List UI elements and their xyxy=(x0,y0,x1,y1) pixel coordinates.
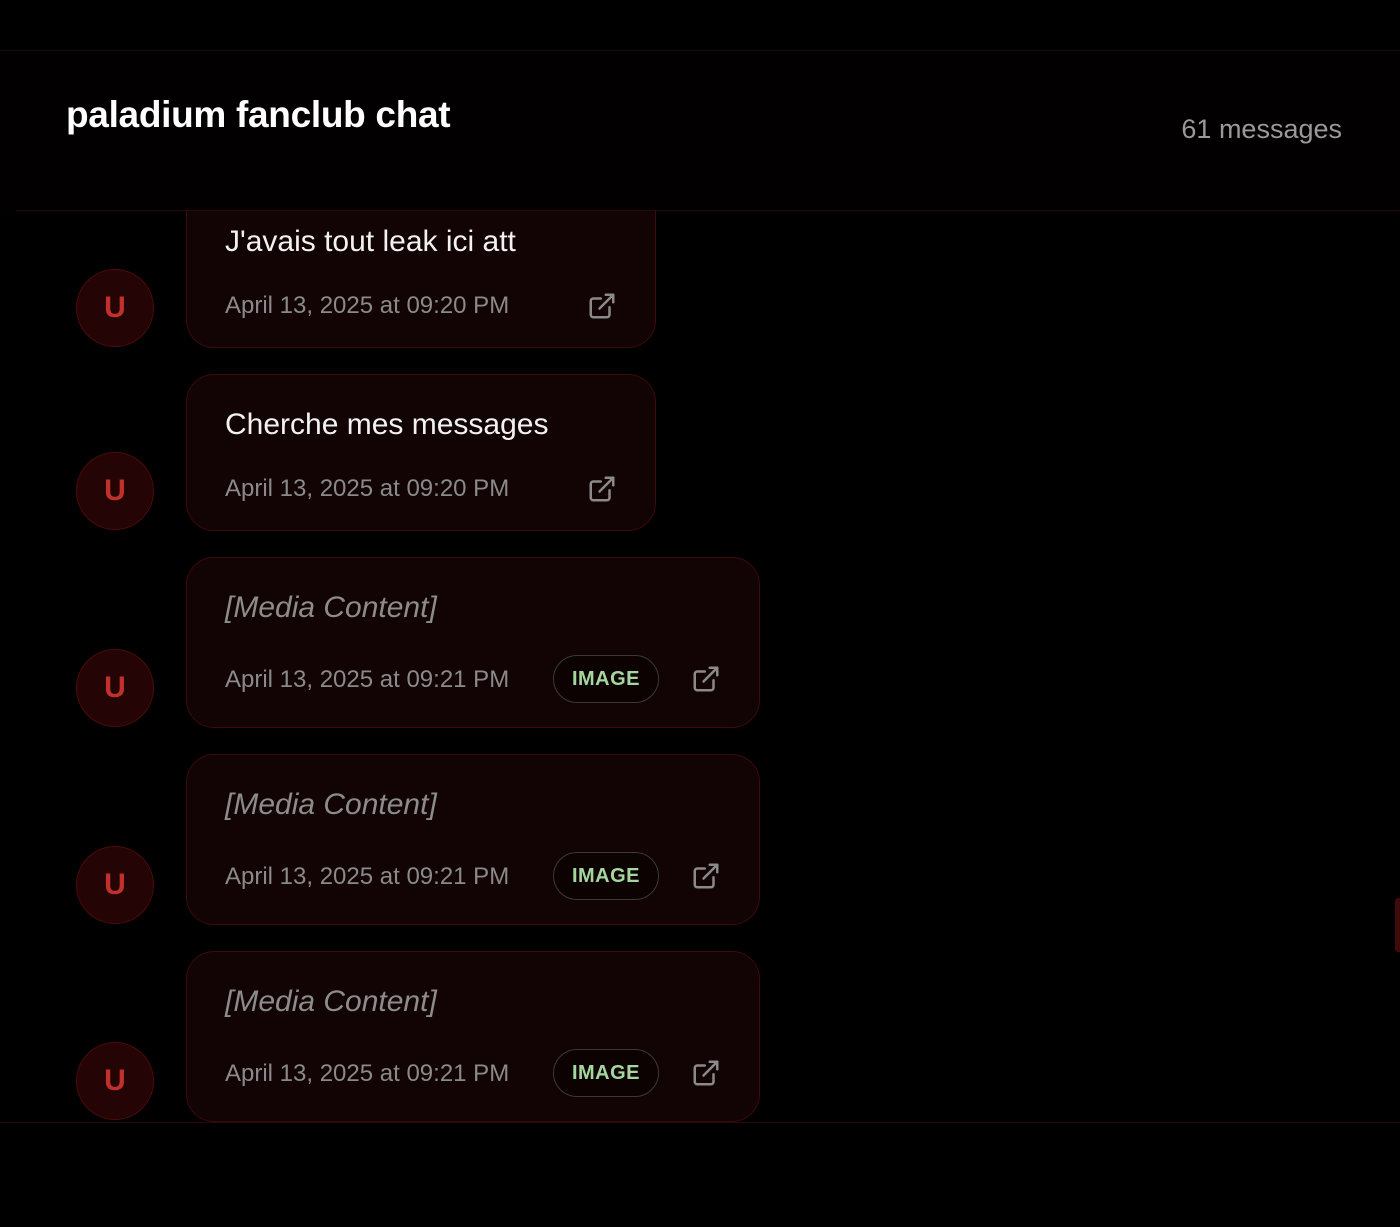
avatar[interactable]: U xyxy=(76,1042,154,1120)
avatar[interactable]: U xyxy=(76,452,154,530)
message-count: 61 messages xyxy=(1181,114,1342,144)
message-text: [Media Content] xyxy=(225,985,437,1018)
top-strip xyxy=(0,0,1400,51)
external-link-icon[interactable] xyxy=(691,1058,721,1088)
message-bubble: [Media Content] April 13, 2025 at 09:21 … xyxy=(186,951,760,1122)
message-bubble: [Media Content] April 13, 2025 at 09:21 … xyxy=(186,754,760,925)
external-link-icon[interactable] xyxy=(587,474,617,504)
message-text: Cherche mes messages xyxy=(225,408,549,441)
message-timestamp: April 13, 2025 at 09:21 PM xyxy=(225,1060,510,1087)
external-link-icon[interactable] xyxy=(587,291,617,321)
media-type-badge: IMAGE xyxy=(553,852,659,900)
avatar[interactable]: U xyxy=(76,649,154,727)
avatar[interactable]: U xyxy=(76,846,154,924)
message-timestamp: April 13, 2025 at 09:21 PM xyxy=(225,666,510,693)
message-timestamp: April 13, 2025 at 09:21 PM xyxy=(225,863,510,890)
message-timestamp: April 13, 2025 at 09:20 PM xyxy=(225,292,510,319)
chat-title: paladium fanclub chat xyxy=(66,94,451,135)
media-type-badge: IMAGE xyxy=(553,655,659,703)
media-type-badge: IMAGE xyxy=(553,1049,659,1097)
avatar[interactable]: U xyxy=(76,269,154,347)
message-text: [Media Content] xyxy=(225,591,437,624)
message-list[interactable]: U J'avais tout leak ici att April 13, 20… xyxy=(0,211,1400,1122)
scrollbar-handle[interactable] xyxy=(1395,898,1400,952)
message-bubble: [Media Content] April 13, 2025 at 09:21 … xyxy=(186,557,760,728)
message-timestamp: April 13, 2025 at 09:20 PM xyxy=(225,475,510,502)
message-bubble: Cherche mes messages April 13, 2025 at 0… xyxy=(186,374,656,531)
external-link-icon[interactable] xyxy=(691,664,721,694)
bottom-bar xyxy=(0,1122,1400,1227)
external-link-icon[interactable] xyxy=(691,861,721,891)
message-text: [Media Content] xyxy=(225,788,437,821)
message-text: J'avais tout leak ici att xyxy=(225,225,516,258)
message-bubble: J'avais tout leak ici att April 13, 2025… xyxy=(186,211,656,348)
